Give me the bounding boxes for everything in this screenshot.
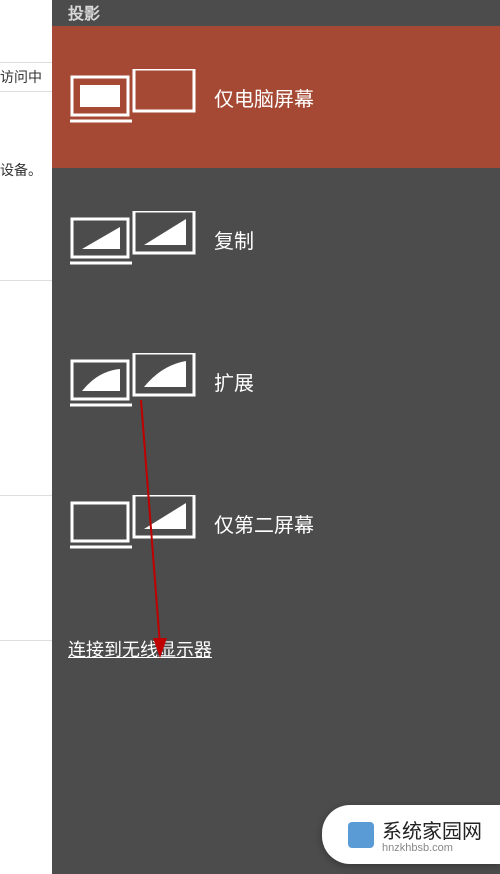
pc-screen-only-icon [70, 69, 200, 125]
option-label: 扩展 [214, 367, 254, 396]
option-label: 复制 [214, 225, 254, 254]
bg-divider [0, 280, 52, 281]
watermark-logo-icon [348, 822, 374, 848]
option-label: 仅第二屏幕 [214, 509, 314, 538]
option-label: 仅电脑屏幕 [214, 83, 314, 112]
project-option-second-only[interactable]: 仅第二屏幕 [52, 452, 500, 594]
connect-wireless-display-link[interactable]: 连接到无线显示器 [68, 636, 212, 662]
watermark: 系统家园网 hnzkhbsb.com [322, 805, 500, 864]
project-option-pc-only[interactable]: 仅电脑屏幕 [52, 26, 500, 168]
extend-icon [70, 353, 200, 409]
bg-text-fragment: 设备。 [0, 160, 42, 180]
project-flyout: 投影 仅电脑屏幕 复制 [52, 0, 500, 874]
flyout-title: 投影 [52, 0, 500, 26]
duplicate-icon [70, 211, 200, 267]
watermark-text: 系统家园网 [382, 821, 482, 843]
watermark-url: hnzkhbsb.com [382, 842, 482, 854]
project-option-extend[interactable]: 扩展 [52, 310, 500, 452]
project-option-duplicate[interactable]: 复制 [52, 168, 500, 310]
bg-text-fragment: 访问中 [0, 62, 52, 92]
bg-divider [0, 495, 52, 496]
bg-divider [0, 640, 52, 641]
second-screen-only-icon [70, 495, 200, 551]
